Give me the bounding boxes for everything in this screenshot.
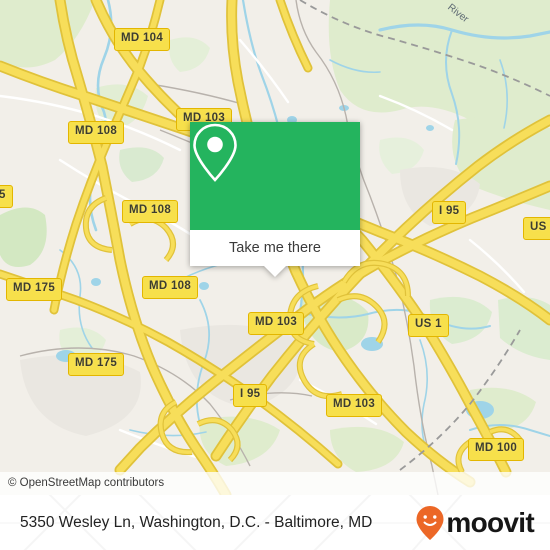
road-shield: 5 xyxy=(0,185,13,208)
moovit-smiley-pin-icon xyxy=(416,505,444,540)
location-pin-icon xyxy=(193,123,237,182)
road-shield: MD 175 xyxy=(6,278,63,301)
road-shield: US xyxy=(523,217,550,240)
road-shield: I 95 xyxy=(233,384,268,407)
road-shield: US 1 xyxy=(408,314,449,337)
moovit-logo[interactable]: moovit xyxy=(415,505,535,541)
location-popup-card[interactable]: Take me there xyxy=(190,122,360,277)
footer-bar: 5350 Wesley Ln, Washington, D.C. - Balti… xyxy=(0,495,550,550)
road-shield: I 95 xyxy=(432,201,467,224)
road-shield: MD 103 xyxy=(248,312,305,335)
road-shield: MD 108 xyxy=(142,276,199,299)
road-shield: MD 100 xyxy=(468,438,525,461)
popup-header xyxy=(190,122,360,230)
map-screenshot: River MD 104 MD 103 MD 108 MD 108 5 MD 175 MD … xyxy=(0,0,550,550)
road-shield: MD 108 xyxy=(68,121,125,144)
take-me-there-label: Take me there xyxy=(229,240,321,256)
map-canvas[interactable]: River MD 104 MD 103 MD 108 MD 108 5 MD 175 MD … xyxy=(0,0,550,495)
road-shield: MD 108 xyxy=(122,200,179,223)
road-shield: MD 175 xyxy=(68,353,125,376)
popup-tail xyxy=(264,266,286,277)
moovit-wordmark: moovit xyxy=(446,506,534,538)
take-me-there-button[interactable]: Take me there xyxy=(190,230,360,266)
road-shield: MD 104 xyxy=(114,28,171,51)
map-attribution[interactable]: © OpenStreetMap contributors xyxy=(0,472,550,495)
road-shield: MD 103 xyxy=(326,394,383,417)
address-label: 5350 Wesley Ln, Washington, D.C. - Balti… xyxy=(20,513,373,531)
